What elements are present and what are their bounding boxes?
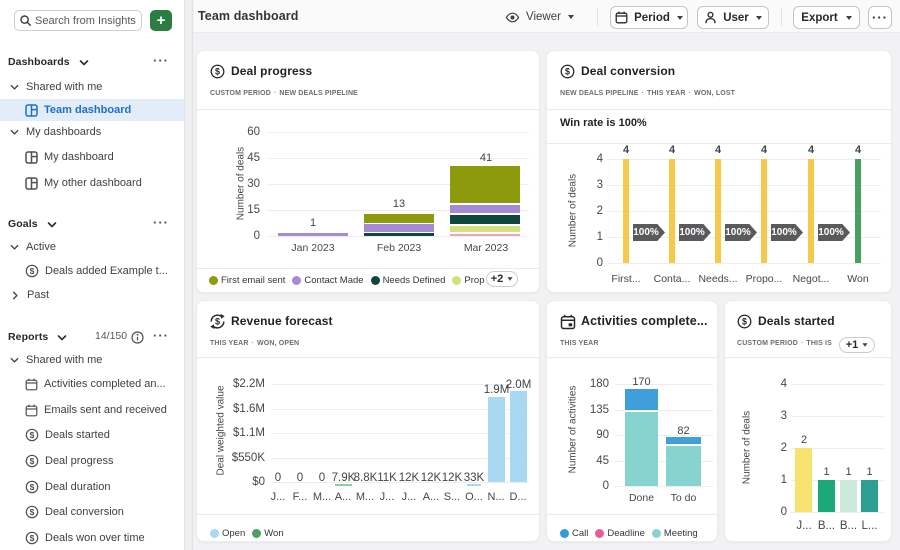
svg-text:$: $	[30, 456, 35, 466]
svg-text:$: $	[30, 482, 35, 492]
svg-text:$: $	[215, 67, 220, 77]
svg-text:$: $	[30, 507, 35, 517]
svg-text:$: $	[30, 266, 35, 276]
svg-text:$: $	[30, 430, 35, 440]
svg-text:$: $	[30, 533, 35, 543]
svg-text:$: $	[215, 317, 220, 327]
svg-text:$: $	[565, 67, 570, 77]
svg-text:$: $	[742, 317, 747, 327]
